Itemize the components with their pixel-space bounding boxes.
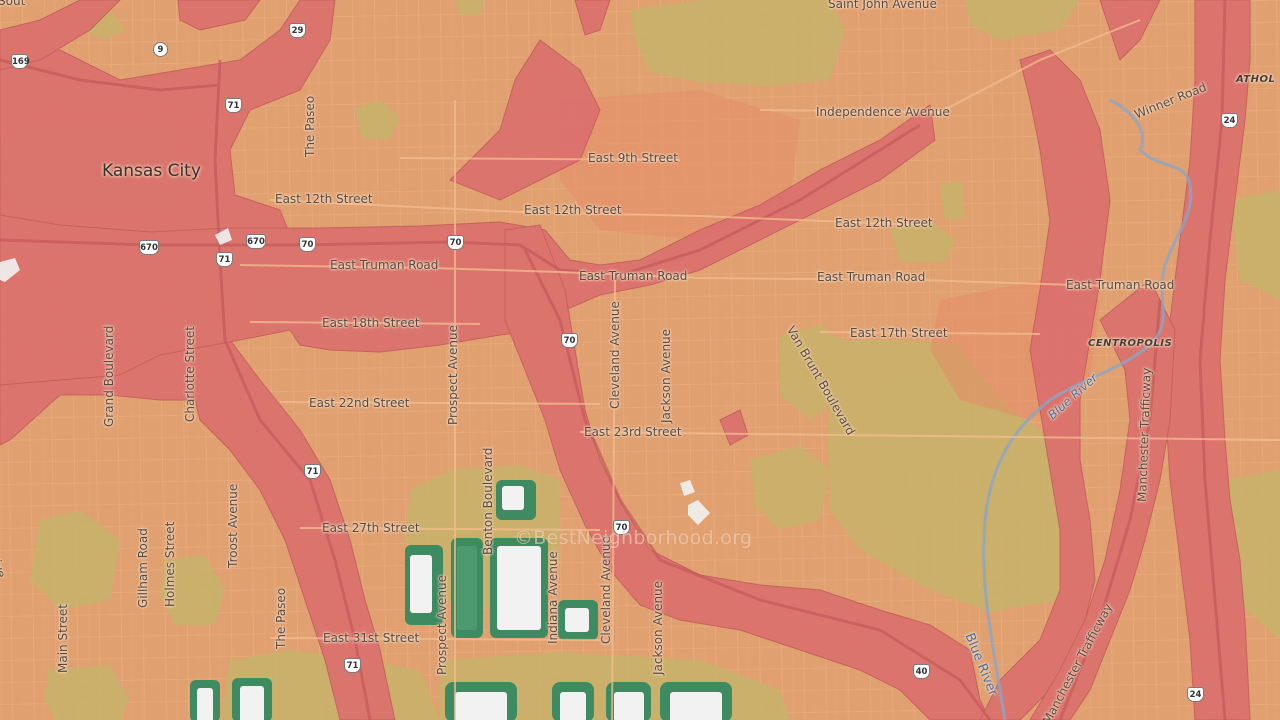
street-label-south-edge: Sout [0,0,26,8]
route-9-shield: 9 [153,42,168,57]
street-label-gillham-road: Gillham Road [136,528,150,608]
street-label-troost-avenue: Troost Avenue [226,483,240,568]
street-label-saint-john: Saint John Avenue [828,0,937,11]
green-block-1-inner [457,546,477,630]
street-label-independence: Independence Avenue [816,105,950,119]
interstate-169-shield: 169 [11,54,30,69]
street-label-prospect-north: Prospect Avenue [446,325,460,425]
low-zone-top-mid [455,0,485,15]
green-block-3-inner [410,555,432,613]
green-block-5-inner [502,486,524,510]
street-label-east-31st: East 31st Street [323,631,420,645]
us-40-shield: 40 [913,664,930,679]
interstate-29-shield: 29 [289,23,306,38]
street-label-grand-boulevard: Grand Boulevard [102,325,116,427]
interstate-24-shield-north: 24 [1221,113,1238,128]
street-label-east-12th-center: East 12th Street [524,203,622,217]
city-label-kansas-city: Kansas City [102,161,201,181]
interstate-70-shield-b: 70 [447,235,464,250]
green-block-b5-inner [197,688,213,720]
green-block-b2-inner [560,692,586,720]
interstate-670-shield-east: 670 [246,234,266,249]
street-label-east-truman-center: East Truman Road [579,269,688,283]
street-label-charlotte-street: Charlotte Street [183,325,197,422]
street-label-east-truman-far-east: East Truman Road [1066,278,1175,292]
green-block-b4-inner [670,692,722,720]
street-label-prospect-south: Prospect Avenue [435,575,449,675]
street-label-east-12th-west: East 12th Street [275,192,373,206]
street-label-benton-boulevard: Benton Boulevard [481,447,495,555]
street-label-east-truman-east: East Truman Road [817,270,926,284]
street-label-main-street: Main Street [56,604,70,673]
green-block-2-inner [497,546,541,630]
green-block-b3-inner [614,692,644,720]
street-label-east-9th: East 9th Street [588,151,678,165]
interstate-24-shield-south: 24 [1187,687,1204,702]
street-label-cleveland-north: Cleveland Avenue [608,301,622,409]
street-label-the-paseo-south: The Paseo [274,587,288,649]
interstate-70-shield-a: 70 [299,237,316,252]
map-view[interactable]: Kansas City Saint John Avenue Independen… [0,0,1280,720]
interstate-670-shield-west: 670 [139,240,159,255]
street-label-east-17th: East 17th Street [850,326,948,340]
street-label-the-paseo-north: The Paseo [303,95,317,157]
street-label-east-18th: East 18th Street [322,316,420,330]
street-label-east-22nd: East 22nd Street [309,396,410,410]
street-label-indiana-avenue: Indiana Avenue [546,551,560,644]
street-label-east-truman-west: East Truman Road [330,258,439,272]
interstate-71-shield-north: 71 [225,98,242,113]
street-label-east-27th: East 27th Street [322,521,420,535]
interstate-71-shield-south: 71 [344,658,361,673]
neighborhood-label-athol: ATHOL [1236,74,1276,85]
green-block-b6-inner [240,686,264,720]
street-label-cleveland-south: Cleveland Avenue [599,536,613,644]
interstate-71-shield-mid: 71 [216,252,233,267]
street-label-jackson-north: Jackson Avenue [659,328,673,423]
street-label-east-23rd: East 23rd Street [584,425,682,439]
green-block-4-inner [565,608,589,632]
street-label-east-12th-east: East 12th Street [835,216,933,230]
street-label-jackson-south: Jackson Avenue [651,580,665,675]
neighborhood-label-centropolis: CENTROPOLIS [1088,338,1173,349]
street-label-holmes-street: Holmes Street [163,521,177,607]
interstate-71-shield-low: 71 [304,464,321,479]
green-block-b1-inner [455,692,507,720]
low-zone-top-center [630,0,845,86]
watermark: ©BestNeighborhood.org [514,527,753,549]
interstate-70-shield-c: 70 [561,333,578,348]
